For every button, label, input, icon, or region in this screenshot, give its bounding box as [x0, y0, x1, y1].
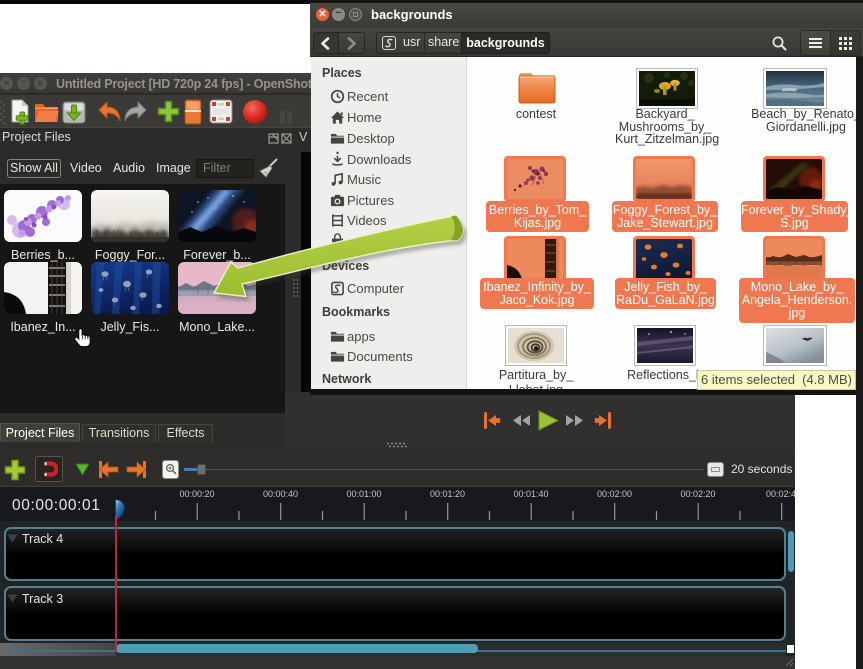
svg-text:00:01:20: 00:01:20	[430, 489, 465, 499]
svg-text:00:01:40: 00:01:40	[513, 489, 548, 499]
svg-text:00:02:20: 00:02:20	[680, 489, 715, 499]
svg-text:00:02:00: 00:02:00	[597, 489, 632, 499]
svg-text:00:01:00: 00:01:00	[346, 489, 381, 499]
svg-text:00:02:4: 00:02:4	[766, 489, 795, 499]
svg-text:00:00:20: 00:00:20	[179, 489, 214, 499]
svg-text:00:00:40: 00:00:40	[263, 489, 298, 499]
